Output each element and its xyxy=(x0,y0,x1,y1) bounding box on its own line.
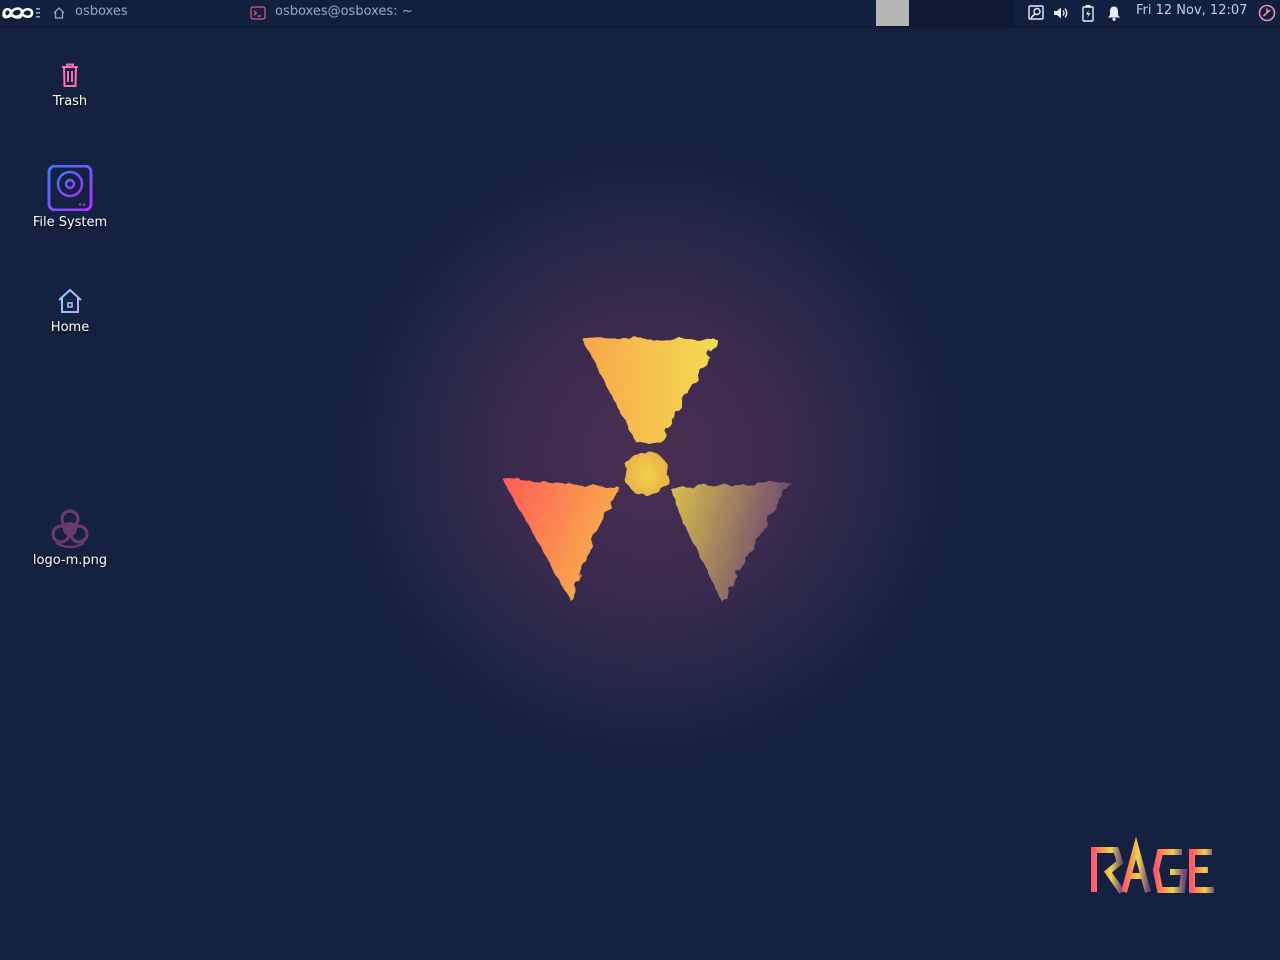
clock[interactable]: Fri 12 Nov, 12:07 xyxy=(1136,0,1247,24)
taskbar-window-button[interactable]: osboxes@osboxes: ~ xyxy=(246,0,496,26)
desktop-icon-home[interactable]: Home xyxy=(14,286,126,335)
screenshot-icon[interactable] xyxy=(1027,4,1045,26)
infinity-icon[interactable] xyxy=(2,5,48,25)
biohazard-image-icon xyxy=(14,505,126,549)
file-system-label: File System xyxy=(32,215,108,230)
desktop-icon-file-system[interactable]: File System xyxy=(14,165,126,230)
power-icon[interactable] xyxy=(1257,3,1277,27)
home-icon xyxy=(52,6,66,24)
logo-m-label: logo-m.png xyxy=(32,553,108,568)
radiation-hub xyxy=(625,452,669,496)
workspace-1[interactable] xyxy=(876,0,909,26)
drive-icon xyxy=(14,165,126,211)
notification-bell-icon[interactable] xyxy=(1105,4,1123,26)
terminal-icon xyxy=(250,6,266,24)
home-label: Home xyxy=(50,320,90,335)
volume-icon[interactable] xyxy=(1052,4,1070,26)
workspace-4[interactable] xyxy=(979,0,1014,26)
workspace-switcher xyxy=(876,0,1014,26)
desktop-wallpaper xyxy=(0,0,1280,960)
workspace-3[interactable] xyxy=(945,0,977,26)
trash-icon xyxy=(14,60,126,90)
workspace-2[interactable] xyxy=(911,0,943,26)
places-label: osboxes xyxy=(75,4,128,19)
desktop-icon-trash[interactable]: Trash xyxy=(14,60,126,109)
top-panel: osboxes osboxes@osboxes: ~ Fri 12 Nov, 1… xyxy=(0,0,1280,26)
window-title: osboxes@osboxes: ~ xyxy=(275,4,413,19)
battery-icon[interactable] xyxy=(1080,4,1096,26)
trash-label: Trash xyxy=(52,94,88,109)
home-icon xyxy=(14,286,126,316)
desktop-icon-logo-m[interactable]: logo-m.png xyxy=(14,505,126,568)
